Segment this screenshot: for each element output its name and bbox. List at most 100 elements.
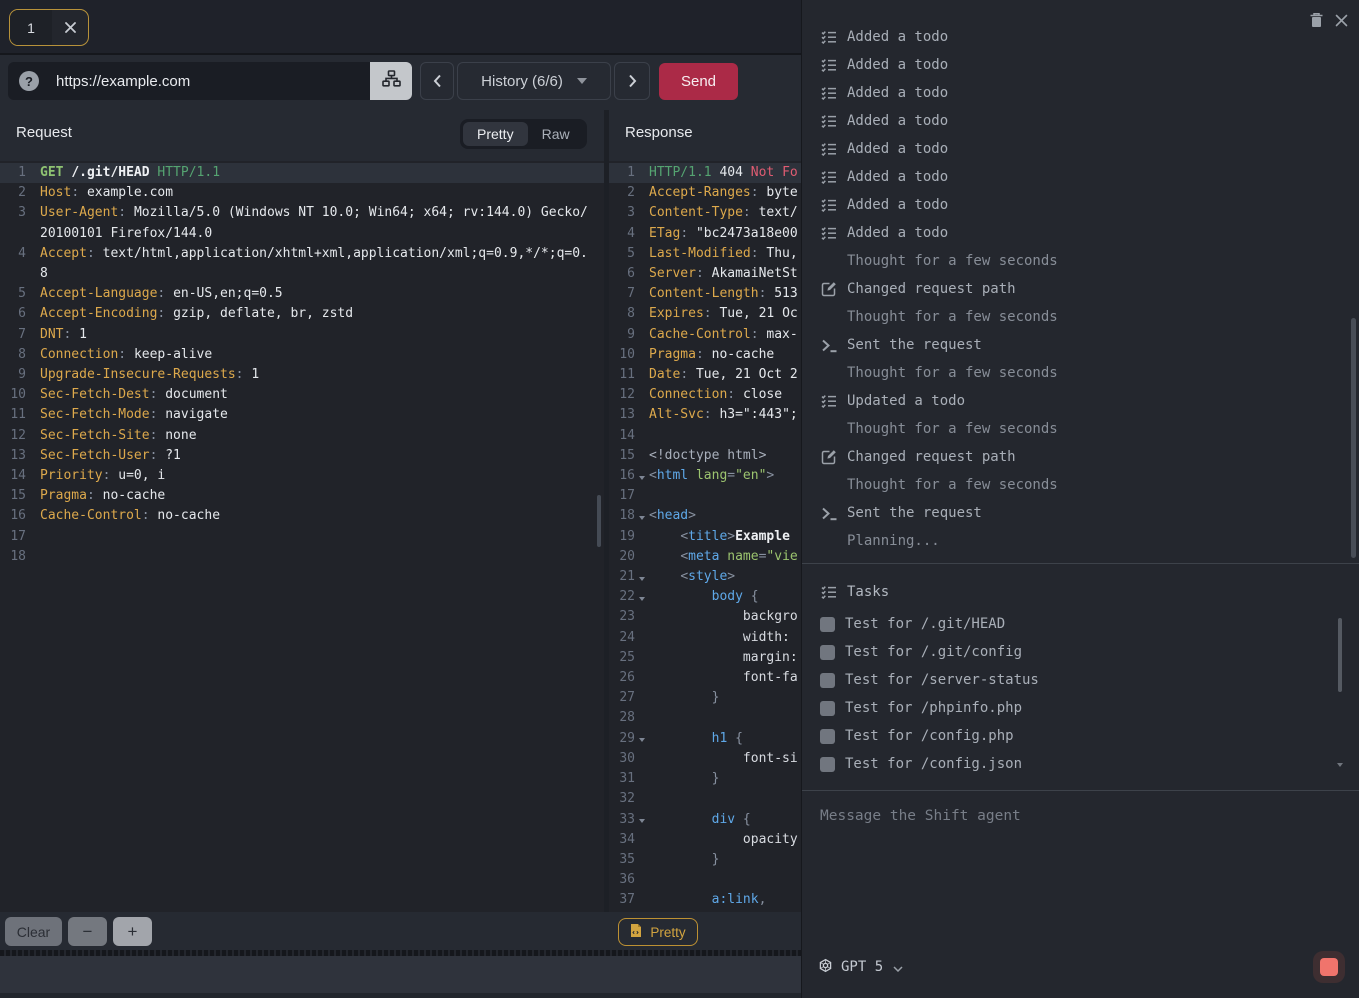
history-prev-button[interactable] [420, 62, 454, 100]
response-pretty-button[interactable]: Pretty [618, 918, 698, 946]
code-line: 10Sec-Fetch-Dest: document [0, 385, 604, 405]
task-checkbox[interactable] [820, 673, 835, 688]
task-label: Test for /.git/HEAD [845, 616, 1005, 632]
task-checkbox[interactable] [820, 729, 835, 744]
activity-item: Added a todo [802, 191, 1359, 219]
code-line: 23 backgro [609, 607, 801, 627]
openai-logo-icon [818, 958, 833, 977]
todo-icon [821, 394, 838, 408]
code-line: 1HTTP/1.1 404 Not Fo [609, 163, 801, 183]
zoom-out-button[interactable]: − [68, 917, 107, 946]
code-line: 4ETag: "bc2473a18e00 [609, 224, 801, 244]
code-line: 7DNT: 1 [0, 325, 604, 345]
code-line: 16Cache-Control: no-cache [0, 506, 604, 526]
zoom-in-button[interactable]: + [113, 917, 152, 946]
activity-item: Thought for a few seconds [802, 247, 1359, 275]
chevron-down-icon [893, 960, 903, 976]
history-dropdown[interactable]: History (6/6) [457, 62, 611, 100]
fold-caret-icon[interactable] [639, 577, 645, 581]
task-label: Test for /config.json [845, 756, 1022, 772]
code-line: 11Date: Tue, 21 Oct 2 [609, 365, 801, 385]
code-line: 18<head> [609, 506, 801, 526]
task-item: Test for /.git/config [802, 638, 1359, 666]
task-label: Test for /config.php [845, 728, 1014, 744]
help-icon[interactable]: ? [19, 71, 39, 91]
response-viewer[interactable]: 1HTTP/1.1 404 Not Fo2Accept-Ranges: byte… [609, 161, 801, 912]
activity-item: Changed request path [802, 275, 1359, 303]
fold-caret-icon[interactable] [639, 738, 645, 742]
code-line: 16<html lang="en"> [609, 466, 801, 486]
request-editor[interactable]: 1GET /.git/HEAD HTTP/1.12Host: example.c… [0, 161, 604, 912]
activity-item: Sent the request [802, 331, 1359, 359]
activity-item: Added a todo [802, 163, 1359, 191]
close-icon[interactable] [1331, 10, 1351, 30]
send-button[interactable]: Send [659, 63, 738, 100]
code-line: 11Sec-Fetch-Mode: navigate [0, 405, 604, 425]
fold-caret-icon[interactable] [639, 819, 645, 823]
request-scrollbar[interactable] [597, 495, 601, 547]
task-checkbox[interactable] [820, 701, 835, 716]
task-label: Test for /server-status [845, 672, 1039, 688]
code-line: 35 } [609, 850, 801, 870]
tasks-title: Tasks [847, 584, 889, 600]
activity-item: Added a todo [802, 219, 1359, 247]
model-selector[interactable]: GPT 5 [818, 955, 903, 979]
activity-text: Thought for a few seconds [847, 309, 1058, 325]
tab-1[interactable]: 1 [9, 9, 89, 46]
activity-text: Added a todo [847, 30, 948, 45]
activity-item: Changed request path [802, 443, 1359, 471]
toggle-pretty[interactable]: Pretty [463, 122, 528, 146]
tasks-scrollbar[interactable] [1338, 618, 1342, 692]
activity-text: Thought for a few seconds [847, 365, 1058, 381]
fold-caret-icon[interactable] [639, 476, 645, 480]
fold-caret-icon[interactable] [639, 516, 645, 520]
chevron-down-icon [577, 78, 587, 84]
todo-icon [821, 30, 838, 44]
edit-icon [821, 281, 838, 297]
agent-message-input[interactable] [812, 800, 1359, 951]
send-icon [821, 506, 838, 521]
history-next-button[interactable] [614, 62, 650, 100]
activity-item: Added a todo [802, 51, 1359, 79]
status-strip [0, 956, 801, 998]
activity-item: Added a todo [802, 30, 1359, 51]
task-checkbox[interactable] [820, 757, 835, 772]
activity-text: Added a todo [847, 169, 948, 185]
tasks-list: Test for /.git/HEAD Test for /.git/config… [802, 610, 1359, 780]
fold-caret-icon[interactable] [639, 597, 645, 601]
tab-close-icon[interactable] [52, 10, 88, 45]
code-line: 12Connection: close [609, 385, 801, 405]
code-line: 14 [609, 426, 801, 446]
bottom-toolbar: Clear − + Pretty [0, 912, 801, 950]
connection-settings-button[interactable] [370, 62, 412, 100]
request-panel-title: Request [16, 124, 72, 141]
activity-text: Added a todo [847, 141, 948, 157]
stop-button[interactable] [1313, 951, 1345, 983]
code-line: 31 } [609, 769, 801, 789]
send-icon [821, 338, 838, 353]
code-line: 34 opacity [609, 830, 801, 850]
activity-scrollbar[interactable] [1351, 318, 1356, 558]
code-line: 30 font-si [609, 749, 801, 769]
code-line: 29 h1 { [609, 729, 801, 749]
toggle-raw[interactable]: Raw [528, 122, 584, 146]
task-item: Test for /config.php [802, 722, 1359, 750]
todo-icon [821, 170, 838, 184]
activity-item: Sent the request [802, 499, 1359, 527]
task-checkbox[interactable] [820, 617, 835, 632]
task-item: Test for /phpinfo.php [802, 694, 1359, 722]
code-line: 6Server: AkamaiNetSt [609, 264, 801, 284]
clear-button[interactable]: Clear [5, 917, 62, 946]
code-line: 21 <style> [609, 567, 801, 587]
code-line: 17 [0, 527, 604, 547]
code-line: 27 } [609, 688, 801, 708]
code-line: 17 [609, 486, 801, 506]
code-line: 12Sec-Fetch-Site: none [0, 426, 604, 446]
code-line: 25 margin: [609, 648, 801, 668]
code-line: 3User-Agent: Mozilla/5.0 (Windows NT 10.… [0, 203, 604, 243]
code-line: 9Cache-Control: max- [609, 325, 801, 345]
code-line: 36 [609, 870, 801, 890]
url-input[interactable]: https://example.com [56, 73, 370, 90]
trash-icon[interactable] [1306, 10, 1326, 30]
task-checkbox[interactable] [820, 645, 835, 660]
